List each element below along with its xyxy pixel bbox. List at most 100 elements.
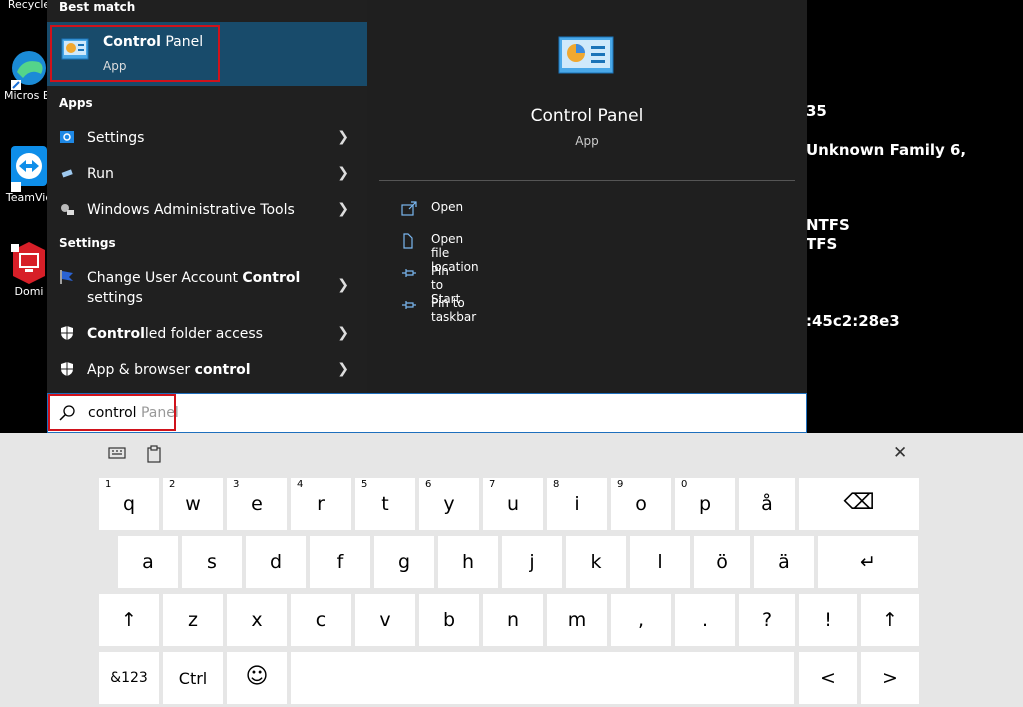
search-suggestion: Panel — [140, 405, 179, 421]
action-label: Pin to taskbar — [431, 296, 477, 324]
result-uac-settings[interactable]: Change User Account Control settings ❯ — [47, 259, 367, 311]
touch-keyboard: ✕ 1q 2w 3e 4r 5t 6y 7u 8i 9o 0p å ⌫ a s … — [0, 433, 1023, 707]
settings-icon — [60, 131, 74, 143]
preview-pane: Control Panel App Open Open file locatio… — [367, 0, 807, 393]
key-period[interactable]: . — [675, 594, 735, 646]
apps-header: Apps — [59, 96, 93, 110]
key-d[interactable]: d — [246, 536, 306, 588]
key-p[interactable]: 0p — [675, 478, 735, 530]
key-s[interactable]: s — [182, 536, 242, 588]
uac-flag-icon — [60, 270, 73, 284]
key-h[interactable]: h — [438, 536, 498, 588]
pin-icon — [402, 301, 416, 309]
best-match-result[interactable]: Control Panel App — [47, 22, 367, 86]
key-o[interactable]: 9o — [611, 478, 671, 530]
key-y[interactable]: 6y — [419, 478, 479, 530]
open-icon — [401, 201, 417, 216]
backspace-icon: ⌫ — [843, 490, 875, 515]
key-u[interactable]: 7u — [483, 478, 543, 530]
chevron-left-icon: < — [820, 667, 836, 689]
divider — [379, 180, 795, 181]
result-label: Controlled folder access — [87, 326, 263, 342]
key-v[interactable]: v — [355, 594, 415, 646]
key-ctrl[interactable]: Ctrl — [163, 652, 223, 704]
sysinfo-line: 35 — [806, 102, 827, 120]
settings-header: Settings — [59, 236, 116, 250]
chevron-right-icon[interactable]: ❯ — [337, 277, 349, 293]
shield-icon — [61, 362, 73, 376]
result-settings[interactable]: Settings ❯ — [47, 119, 367, 155]
key-g[interactable]: g — [374, 536, 434, 588]
key-b[interactable]: b — [419, 594, 479, 646]
key-shift-right[interactable]: ↑ — [861, 594, 919, 646]
key-exclamation[interactable]: ! — [799, 594, 857, 646]
chevron-right-icon[interactable]: ❯ — [337, 165, 349, 181]
key-e[interactable]: 3e — [227, 478, 287, 530]
key-backspace[interactable]: ⌫ — [799, 478, 919, 530]
result-label: Settings — [87, 130, 145, 146]
result-controlled-folder-access[interactable]: Controlled folder access ❯ — [47, 315, 367, 351]
preview-title: Control Panel — [530, 106, 644, 126]
search-input[interactable]: control Panel — [88, 405, 179, 421]
key-a-umlaut[interactable]: ä — [754, 536, 814, 588]
edge-icon — [11, 51, 46, 90]
key-k[interactable]: k — [566, 536, 626, 588]
search-icon — [59, 405, 75, 421]
key-a-ring[interactable]: å — [739, 478, 795, 530]
start-search-panel: Best match Control Panel App Apps Settin… — [47, 0, 807, 393]
file-location-icon — [403, 233, 413, 249]
action-label: Open — [431, 200, 464, 214]
sysinfo-line: NTFS — [806, 216, 850, 234]
key-w[interactable]: 2w — [163, 478, 223, 530]
chevron-right-icon[interactable]: ❯ — [337, 129, 349, 145]
best-match-title: Control Panel — [103, 34, 204, 50]
chevron-right-icon[interactable]: ❯ — [337, 201, 349, 217]
shift-icon: ↑ — [121, 609, 137, 631]
enter-icon: ↵ — [860, 551, 876, 573]
clipboard-icon[interactable] — [146, 445, 162, 463]
key-i[interactable]: 8i — [547, 478, 607, 530]
chevron-right-icon[interactable]: ❯ — [337, 325, 349, 341]
key-z[interactable]: z — [163, 594, 223, 646]
keyboard-settings-icon[interactable] — [108, 446, 126, 462]
shift-icon: ↑ — [882, 609, 898, 631]
results-pane: Best match Control Panel App Apps Settin… — [47, 0, 367, 393]
key-x[interactable]: x — [227, 594, 287, 646]
key-q[interactable]: 1q — [99, 478, 159, 530]
result-app-browser-control[interactable]: App & browser control ❯ — [47, 351, 367, 387]
key-r[interactable]: 4r — [291, 478, 351, 530]
result-label: App & browser control — [87, 362, 251, 378]
key-comma[interactable]: , — [611, 594, 671, 646]
shield-icon — [61, 326, 73, 340]
key-question[interactable]: ? — [739, 594, 795, 646]
search-box[interactable]: control Panel — [47, 393, 807, 433]
sysinfo-line: :45c2:28e3 — [806, 312, 900, 330]
key-j[interactable]: j — [502, 536, 562, 588]
key-t[interactable]: 5t — [355, 478, 415, 530]
result-label: Windows Administrative Tools — [87, 202, 295, 218]
result-run[interactable]: Run ❯ — [47, 155, 367, 191]
key-f[interactable]: f — [310, 536, 370, 588]
key-c[interactable]: c — [291, 594, 351, 646]
key-l[interactable]: l — [630, 536, 690, 588]
key-o-umlaut[interactable]: ö — [694, 536, 750, 588]
preview-subtitle: App — [575, 134, 599, 148]
key-emoji[interactable]: ☺ — [227, 652, 287, 704]
key-a[interactable]: a — [118, 536, 178, 588]
sysinfo-line: TFS — [806, 235, 838, 253]
best-match-subtitle: App — [103, 59, 127, 73]
key-n[interactable]: n — [483, 594, 543, 646]
emoji-icon: ☺ — [245, 664, 269, 689]
key-m[interactable]: m — [547, 594, 607, 646]
key-symbols[interactable]: &123 — [99, 652, 159, 704]
control-panel-icon — [61, 38, 89, 60]
key-right-arrow[interactable]: > — [861, 652, 919, 704]
key-enter[interactable]: ↵ — [818, 536, 918, 588]
admin-tools-icon — [61, 204, 74, 215]
key-shift-left[interactable]: ↑ — [99, 594, 159, 646]
close-keyboard-icon[interactable]: ✕ — [893, 443, 907, 463]
chevron-right-icon[interactable]: ❯ — [337, 361, 349, 377]
key-space[interactable] — [291, 652, 794, 704]
result-admin-tools[interactable]: Windows Administrative Tools ❯ — [47, 191, 367, 227]
key-left-arrow[interactable]: < — [799, 652, 857, 704]
